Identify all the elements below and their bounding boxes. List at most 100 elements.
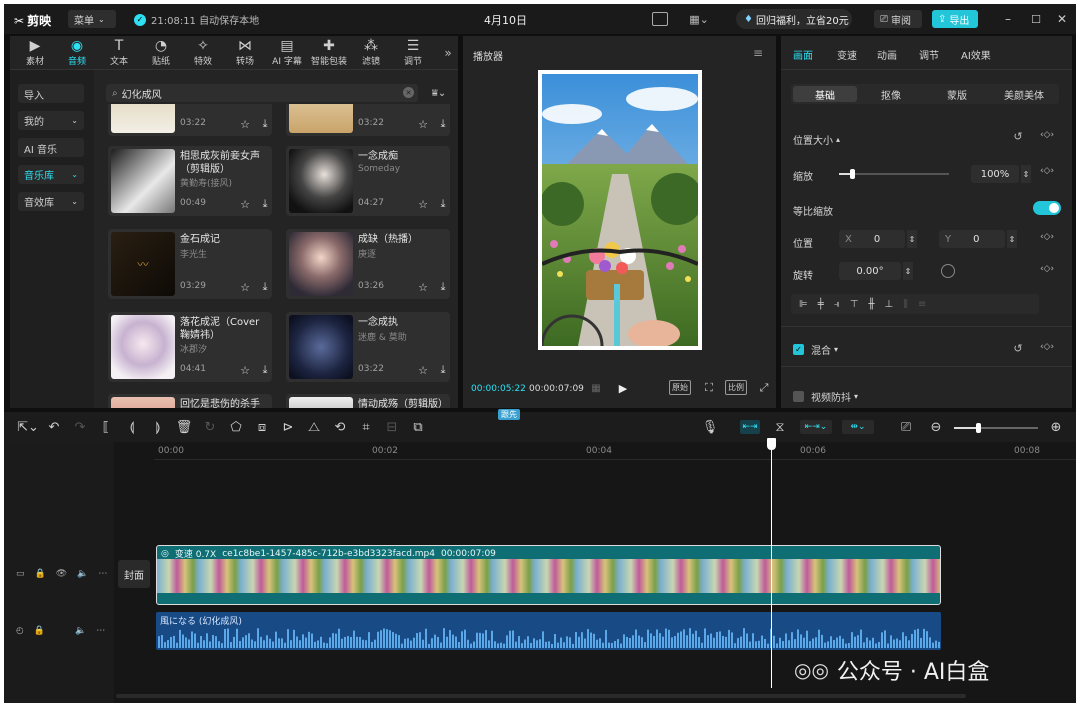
tab-package[interactable]: ✚ 智能包装 bbox=[308, 38, 350, 67]
freeze-icon[interactable]: ⧈ bbox=[252, 418, 272, 436]
filter-sort-icon[interactable]: ⩸⌄ bbox=[426, 85, 452, 101]
blend-header[interactable]: 混合 ▾ bbox=[811, 342, 838, 357]
song-card[interactable]: 一念成痴 Someday 04:27 ☆ ⤓ bbox=[286, 146, 450, 216]
preview-axis-icon[interactable]: ⇹⌄ bbox=[842, 420, 874, 434]
keyframe-icon[interactable]: ‹◇› bbox=[1033, 166, 1061, 176]
align-center-v-icon[interactable]: ╫ bbox=[868, 299, 874, 310]
sidebar-item-music-library[interactable]: 音乐库 ⌄ bbox=[18, 165, 84, 184]
zoom-in-icon[interactable]: ⊕ bbox=[1046, 418, 1066, 436]
more-icon[interactable]: ⋯ bbox=[96, 626, 105, 636]
cover-button[interactable]: 封面 bbox=[118, 560, 150, 588]
main-track-magnet-icon[interactable]: ⇤⇥ bbox=[740, 420, 760, 434]
rotate-dial[interactable] bbox=[941, 264, 955, 278]
song-card[interactable]: 03:22 ☆ ⤓ bbox=[108, 104, 272, 136]
blend-checkbox[interactable]: ✓ bbox=[793, 344, 804, 355]
align-bottom-icon[interactable]: ⊥ bbox=[885, 299, 894, 310]
play-icon[interactable]: ▶ bbox=[615, 380, 631, 396]
split-icon[interactable]: ⟦ bbox=[96, 418, 116, 436]
promo-button[interactable]: ♦ 回归福利，立省20元 bbox=[736, 9, 852, 29]
song-card[interactable]: 相思成灰前妾女声（剪辑版） 黄勤寿(接风) 00:49 ☆ ⤓ bbox=[108, 146, 272, 216]
video-preview[interactable] bbox=[538, 70, 703, 378]
download-icon[interactable]: ⤓ bbox=[258, 197, 272, 211]
stepper-icon[interactable]: ⇕ bbox=[1007, 230, 1017, 248]
position-x-field[interactable]: X0 bbox=[839, 230, 905, 248]
align-right-icon[interactable]: ⫣ bbox=[834, 299, 840, 310]
focus-icon[interactable]: ⛶ bbox=[701, 380, 717, 396]
song-card[interactable]: 成缺（热播） 庚逐 03:26 ☆ ⤓ bbox=[286, 229, 450, 299]
stepper-icon[interactable]: ⇕ bbox=[1021, 165, 1031, 183]
tab-adjust[interactable]: ☰ 调节 bbox=[392, 38, 434, 67]
redo-icon[interactable]: ↷ bbox=[70, 418, 90, 436]
download-icon[interactable]: ⤓ bbox=[258, 117, 272, 131]
stabilize-checkbox[interactable] bbox=[793, 391, 804, 402]
select-icon[interactable]: ⇱⌄ bbox=[17, 418, 39, 436]
download-icon[interactable]: ⤓ bbox=[436, 363, 450, 377]
more-tabs-icon[interactable]: » bbox=[442, 46, 454, 60]
tab-audio[interactable]: ◉ 音频 bbox=[56, 38, 98, 67]
sidebar-item-mine[interactable]: 我的 ⌄ bbox=[18, 111, 84, 130]
layout-icon[interactable]: ▦⌄ bbox=[684, 11, 714, 27]
download-icon[interactable]: ⤓ bbox=[436, 280, 450, 294]
ratio-button[interactable]: 比例 bbox=[725, 380, 747, 395]
lock-icon[interactable]: 🔒 bbox=[35, 569, 46, 579]
undo-icon[interactable]: ↶ bbox=[44, 418, 64, 436]
volume-icon[interactable]: 🔈 bbox=[75, 626, 86, 636]
scale-slider[interactable] bbox=[839, 169, 949, 179]
grid-icon[interactable]: ▦ bbox=[587, 381, 605, 395]
mark-icon[interactable]: ⬠ bbox=[226, 418, 246, 436]
preview-icon[interactable]: ⎚ bbox=[896, 418, 916, 436]
lock-icon[interactable]: 🔒 bbox=[34, 626, 45, 636]
maximize-icon[interactable]: ☐ bbox=[1028, 11, 1044, 27]
audio-clip[interactable]: 風になる (幻化成风) bbox=[156, 612, 941, 650]
playhead[interactable] bbox=[767, 438, 776, 688]
snap-icon[interactable]: ⇤⇥⌄ bbox=[800, 420, 832, 434]
minimize-icon[interactable]: – bbox=[1000, 11, 1016, 27]
tab-subtitle[interactable]: ▤ AI 字幕 bbox=[266, 38, 308, 67]
sidebar-item-sound-effects[interactable]: 音效库 ⌄ bbox=[18, 192, 84, 211]
stepper-icon[interactable]: ⇕ bbox=[903, 262, 913, 280]
download-icon[interactable]: ⤓ bbox=[258, 280, 272, 294]
star-icon[interactable]: ☆ bbox=[416, 117, 430, 131]
song-card[interactable]: 落花成泥（Cover 鞠婧祎） 冰郡汐 04:41 ☆ ⤓ bbox=[108, 312, 272, 382]
tab-text[interactable]: T 文本 bbox=[98, 38, 140, 67]
reset-icon[interactable]: ↺ bbox=[1011, 342, 1025, 355]
tab-media[interactable]: ▶ 素材 bbox=[14, 38, 56, 67]
download-icon[interactable]: ⤓ bbox=[436, 197, 450, 211]
tab-canvas[interactable]: 画面 bbox=[793, 47, 813, 62]
scale-value[interactable]: 100% bbox=[971, 165, 1019, 183]
star-icon[interactable]: ☆ bbox=[416, 280, 430, 294]
fit-button[interactable]: 原始 bbox=[669, 380, 691, 395]
distribute-v-icon[interactable]: ≡ bbox=[918, 299, 926, 310]
star-icon[interactable]: ☆ bbox=[238, 280, 252, 294]
tab-animation[interactable]: 动画 bbox=[877, 47, 897, 62]
clear-icon[interactable]: ✕ bbox=[403, 87, 414, 98]
more-icon[interactable]: ⋯ bbox=[98, 569, 107, 579]
song-card[interactable]: 〰 金石成记 李光生 03:29 ☆ ⤓ bbox=[108, 229, 272, 299]
eye-icon[interactable]: 👁 bbox=[56, 569, 67, 579]
distribute-h-icon[interactable]: ⫼ bbox=[903, 299, 908, 310]
menu-button[interactable]: 菜单 ⌄ bbox=[68, 10, 116, 28]
star-icon[interactable]: ☆ bbox=[238, 117, 252, 131]
subtab-beauty[interactable]: 美颜美体 bbox=[991, 86, 1057, 102]
review-button[interactable]: ⎚ 审阅 bbox=[874, 10, 922, 28]
star-icon[interactable]: ☆ bbox=[416, 363, 430, 377]
reset-icon[interactable]: ↺ bbox=[1011, 130, 1025, 143]
slider-handle[interactable] bbox=[850, 169, 856, 179]
link-icon[interactable]: ⧖ bbox=[770, 418, 790, 436]
rotate-icon[interactable]: ⟲ bbox=[330, 418, 350, 436]
menu-icon[interactable]: ≡ bbox=[751, 46, 765, 60]
reverse-icon[interactable]: ⊳ bbox=[278, 418, 298, 436]
screen-icon[interactable] bbox=[652, 12, 668, 26]
tab-effects[interactable]: ✧ 特效 bbox=[182, 38, 224, 67]
star-icon[interactable]: ☆ bbox=[416, 197, 430, 211]
align-center-h-icon[interactable]: ╪ bbox=[818, 299, 824, 310]
keyframe-icon[interactable]: ‹◇› bbox=[1033, 232, 1061, 242]
align-left-icon[interactable]: ⊫ bbox=[799, 299, 808, 310]
subtitle-icon[interactable]: ⊟ bbox=[382, 418, 402, 436]
subtab-cutout[interactable]: 抠像 bbox=[859, 86, 923, 102]
star-icon[interactable]: ☆ bbox=[238, 197, 252, 211]
smart-icon[interactable]: ⧉ bbox=[408, 418, 428, 436]
position-size-header[interactable]: 位置大小 ▴ bbox=[793, 132, 840, 147]
delete-icon[interactable]: 🗑 bbox=[174, 418, 194, 436]
tab-sticker[interactable]: ◔ 贴纸 bbox=[140, 38, 182, 67]
